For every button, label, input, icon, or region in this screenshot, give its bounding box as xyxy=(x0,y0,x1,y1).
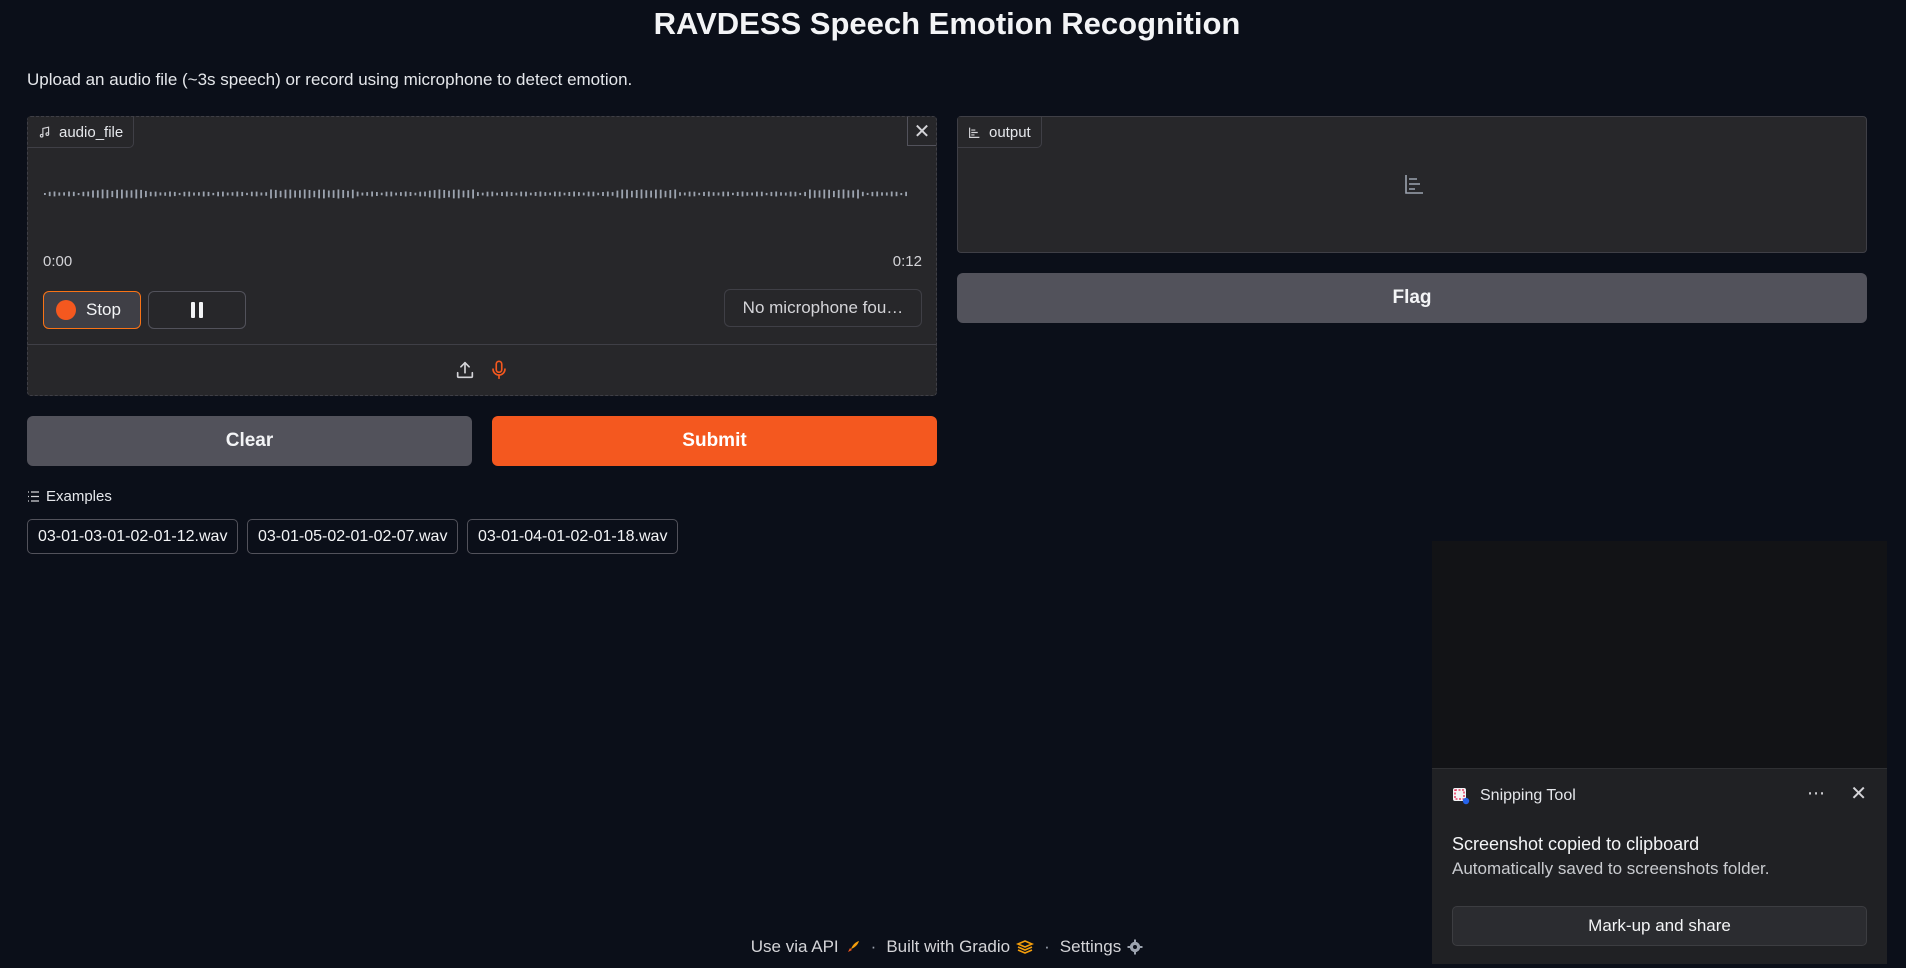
output-label-tag: output xyxy=(958,117,1042,148)
upload-icon[interactable] xyxy=(454,359,476,381)
page-title: RAVDESS Speech Emotion Recognition xyxy=(653,6,1241,41)
snipping-tool-icon xyxy=(1453,788,1470,805)
microphone-icon[interactable] xyxy=(488,359,510,381)
built-with-gradio-label: Built with Gradio xyxy=(886,937,1011,956)
empty-chart-icon xyxy=(1405,175,1423,194)
audio-label: audio_file xyxy=(59,123,124,141)
page-description: Upload an audio file (~3s speech) or rec… xyxy=(27,70,633,89)
close-icon[interactable]: ✕ xyxy=(907,117,936,146)
rocket-icon xyxy=(847,941,859,952)
pause-button[interactable] xyxy=(148,291,246,329)
notification-close-icon[interactable]: ✕ xyxy=(1850,781,1867,806)
waveform[interactable] xyxy=(42,179,912,209)
settings-link[interactable]: Settings xyxy=(1060,937,1143,957)
bar-chart-icon xyxy=(969,127,980,138)
clear-button[interactable]: Clear xyxy=(27,416,472,466)
output-label: output xyxy=(989,123,1031,141)
music-note-icon xyxy=(39,126,50,138)
microphone-select[interactable]: No microphone fou… xyxy=(724,289,922,327)
notification-toast: Snipping Tool ⋯ ✕ Screenshot copied to c… xyxy=(1432,768,1887,964)
built-with-gradio-link[interactable]: Built with Gradio xyxy=(886,937,1035,957)
example-item[interactable]: 03-01-05-02-01-02-07.wav xyxy=(247,519,459,554)
use-via-api-link[interactable]: Use via API xyxy=(751,937,861,957)
examples-label: Examples xyxy=(46,488,112,505)
notification-body: Automatically saved to screenshots folde… xyxy=(1452,859,1770,878)
notification-app-name: Snipping Tool xyxy=(1480,787,1576,804)
settings-label: Settings xyxy=(1059,937,1122,956)
list-icon xyxy=(28,491,39,502)
time-start: 0:00 xyxy=(43,253,73,270)
audio-input-panel: audio_file ✕ 0:00 0:12 Stop No microphon… xyxy=(27,116,937,396)
footer-separator: · xyxy=(870,937,877,956)
notification-preview-area xyxy=(1432,541,1887,768)
gear-icon xyxy=(1127,939,1143,955)
source-selector xyxy=(28,344,936,395)
stop-label: Stop xyxy=(86,300,121,319)
footer-separator: · xyxy=(1044,937,1050,956)
markup-and-share-button[interactable]: Mark-up and share xyxy=(1452,906,1867,946)
flag-button[interactable]: Flag xyxy=(957,273,1867,323)
pause-icon xyxy=(191,302,195,318)
example-item[interactable]: 03-01-03-01-02-01-12.wav xyxy=(27,519,239,554)
notification-title: Screenshot copied to clipboard xyxy=(1452,834,1700,854)
notification-header: Snipping Tool xyxy=(1452,787,1576,805)
more-options-icon[interactable]: ⋯ xyxy=(1807,783,1825,804)
audio-label-tag: audio_file xyxy=(28,117,135,148)
use-via-api-label: Use via API xyxy=(750,937,839,956)
output-panel: output xyxy=(957,116,1867,253)
gradio-logo-icon xyxy=(1016,940,1035,954)
pause-icon-bar xyxy=(199,302,203,318)
submit-button[interactable]: Submit xyxy=(492,416,937,466)
stop-button[interactable]: Stop xyxy=(43,291,141,329)
examples-header: Examples xyxy=(27,488,112,505)
record-dot-icon xyxy=(56,300,76,320)
example-item[interactable]: 03-01-04-01-02-01-18.wav xyxy=(467,519,679,554)
time-end: 0:12 xyxy=(892,253,922,270)
